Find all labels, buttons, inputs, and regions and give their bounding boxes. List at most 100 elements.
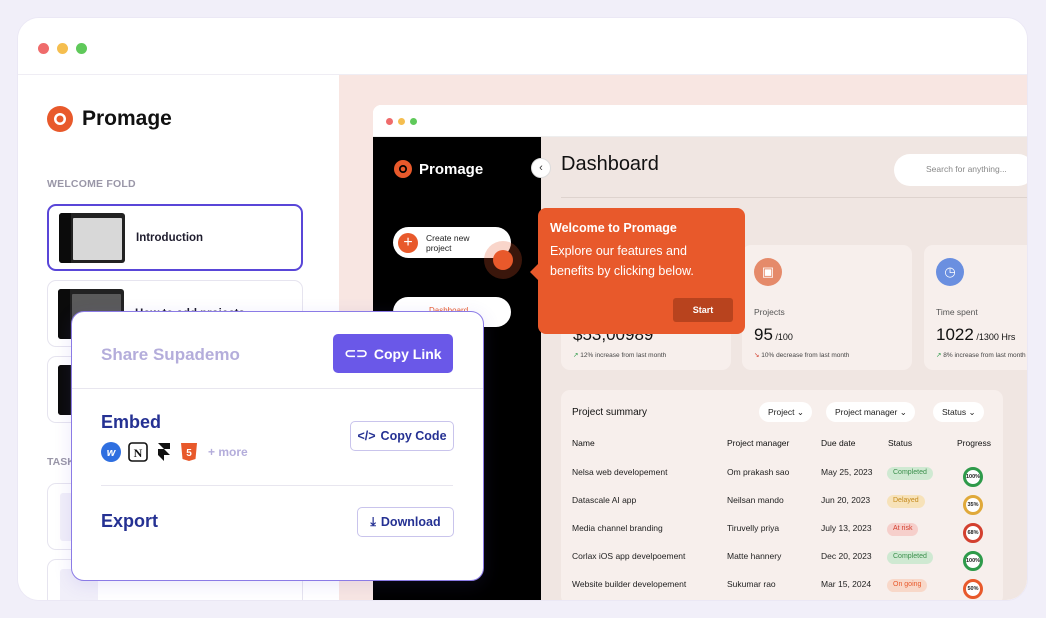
webflow-icon: w [101,442,121,462]
svg-text:N: N [134,446,143,460]
column-header: Project manager [727,438,790,448]
project-summary: Project summary Project ⌄ Project manage… [561,390,1003,600]
project-manager: Sukumar rao [727,579,776,589]
preview-dot [410,118,417,125]
notion-icon: N [128,442,148,462]
table-row[interactable]: Nelsa web developement Om prakash sao May … [561,460,1003,488]
copy-link-label: Copy Link [373,345,442,362]
stat-card-time-spent: ◷ Time spent 1022 /1300 Hrs ↗ 8% increas… [924,245,1027,370]
more-integrations: + more [208,445,248,459]
progress-ring: 100% [963,551,983,571]
tooltip-title: Welcome to Promage [550,221,677,235]
progress-ring: 35% [963,495,983,515]
project-manager: Om prakash sao [727,467,790,477]
download-icon: ⤓ [370,514,376,529]
table-row[interactable]: Datascale AI app Neilsan mando Jun 20, 202… [561,488,1003,516]
filter-project-manager[interactable]: Project manager ⌄ [826,402,915,422]
welcome-tooltip: Welcome to Promage Explore our features … [530,208,745,334]
embed-integrations: w N 5 + more [101,442,248,462]
divider [561,197,1027,198]
export-title: Export [101,511,159,531]
copy-code-button[interactable]: </> Copy Code [350,421,454,451]
maximize-window-button[interactable] [76,43,87,54]
project-name: Corlax iOS app develpoement [572,551,686,561]
clock-icon: ◷ [936,258,964,286]
copy-code-label: Copy Code [380,429,447,443]
download-button[interactable]: ⤓ Download [357,507,454,537]
progress-ring: 100% [963,467,983,487]
share-panel: Share Supademo ⊂⊃ Copy Link Embed w N 5 … [71,311,484,581]
promage-logo-icon [47,106,73,132]
due-date: Mar 15, 2024 [821,579,872,589]
create-project-label: Create new project [426,232,470,253]
share-title: Share Supademo [101,345,240,364]
step-introduction[interactable]: Introduction [47,204,303,271]
html5-icon: 5 [181,443,197,461]
column-header: Progress [957,438,992,448]
table-row[interactable]: Corlax iOS app develpoement Matte hannery… [561,544,1003,572]
stat-label: Projects [754,307,785,317]
collapse-sidebar-button[interactable]: ‹ [531,158,551,178]
column-header: Name [572,438,595,448]
status-badge: On going [887,579,928,592]
download-label: Download [380,515,441,529]
table-row[interactable]: Website builder developement Sukumar rao M… [561,572,1003,600]
stat-note: ↗ 8% increase from last month [936,352,1026,359]
tooltip-body: Explore our features and benefits by cli… [550,244,694,278]
project-manager: Tiruvelly priya [727,523,780,533]
status-badge: Completed [887,467,933,480]
step-label: Introduction [136,231,204,244]
link-icon: ⊂⊃ [344,345,368,361]
project-name: Nelsa web developement [572,467,668,477]
stat-note: ↗ 12% increase from last month [573,352,667,359]
progress-ring: 68% [963,523,983,543]
plus-icon: + [398,232,418,253]
project-name: Media channel branding [572,523,663,533]
project-name: Datascale AI app [572,495,637,505]
stat-value: 1022 /1300 Hrs [936,325,1016,344]
progress-ring: 50% [963,579,983,599]
due-date: May 25, 2023 [821,467,873,477]
briefcase-icon: ▣ [754,258,782,286]
preview-brand: Promage [393,159,483,179]
due-date: Jun 20, 2023 [821,495,871,505]
copy-link-button[interactable]: ⊂⊃ Copy Link [333,334,453,373]
step-thumbnail [59,212,125,263]
start-button[interactable]: Start [673,298,733,322]
filter-status[interactable]: Status ⌄ [933,402,984,422]
stat-label: Time spent [936,307,978,317]
svg-text:5: 5 [186,448,192,459]
column-header: Status [888,438,913,448]
status-badge: Delayed [887,495,925,508]
stat-note: ↘ 10% decrease from last month [754,352,850,359]
framer-icon [158,443,170,461]
chevron-down-icon: ⌄ [899,407,907,417]
status-badge: At risk [887,523,919,536]
project-manager: Neilsan mando [727,495,784,505]
minimize-window-button[interactable] [57,43,68,54]
preview-title-bar [373,105,1027,137]
chevron-down-icon: ⌄ [968,407,976,417]
project-manager: Matte hannery [727,551,782,561]
chevron-down-icon: ⌄ [796,407,804,417]
search-input[interactable]: Search for anything... [894,154,1027,186]
embed-title: Embed [101,412,162,432]
stat-card-projects: ▣ Projects 95 /100 ↘ 10% decrease from l… [742,245,912,370]
filter-project[interactable]: Project ⌄ [759,402,812,422]
dashboard-main: Dashboard Search for anything... $ $53,0… [541,137,1027,600]
preview-dot [398,118,405,125]
stat-value: 95 /100 [754,325,793,344]
summary-title: Project summary [572,407,648,418]
promage-logo-icon [394,160,412,178]
column-header: Due date [821,438,856,448]
brand: Promage [46,105,172,133]
project-name: Website builder developement [572,579,687,589]
page-title: Dashboard [561,153,659,175]
preview-brand-name: Promage [419,160,484,178]
due-date: Dec 20, 2023 [821,551,872,561]
table-row[interactable]: Media channel branding Tiruvelly priya Jul… [561,516,1003,544]
code-icon: </> [357,429,376,443]
svg-text:w: w [107,447,117,459]
close-window-button[interactable] [38,43,49,54]
hotspot[interactable] [493,250,513,270]
